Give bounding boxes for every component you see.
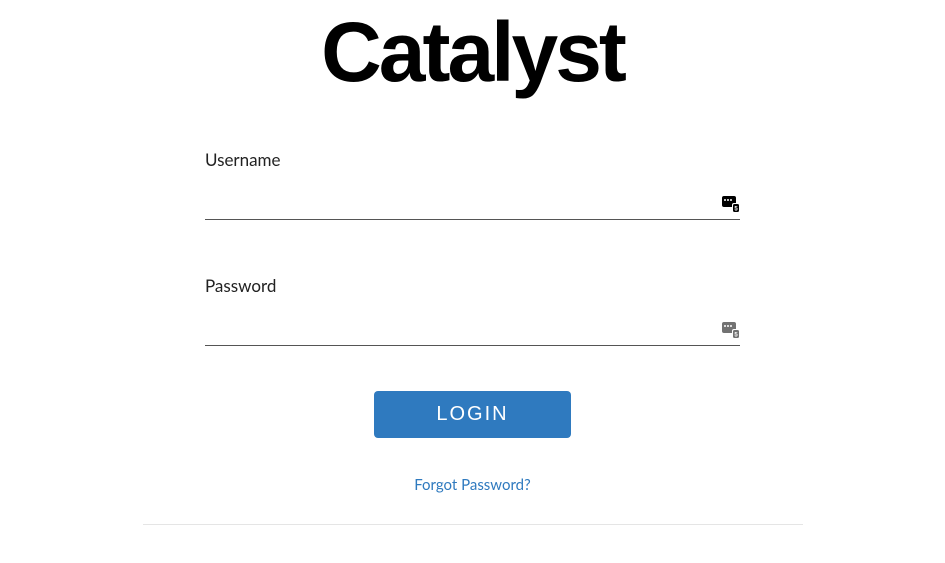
password-manager-icon[interactable]: 5 [722, 195, 740, 213]
horizontal-divider [143, 524, 803, 525]
username-input-wrapper: 5 [205, 188, 740, 220]
username-label: Username [205, 149, 740, 170]
username-field-group: Username 5 [205, 149, 740, 220]
forgot-password-link[interactable]: Forgot Password? [414, 476, 531, 494]
password-input-wrapper: 5 [205, 314, 740, 346]
password-manager-icon[interactable]: 5 [722, 321, 740, 339]
login-button[interactable]: LOGIN [374, 391, 570, 438]
password-label: Password [205, 275, 740, 296]
password-field-group: Password 5 [205, 275, 740, 346]
login-form: Username 5 Password [205, 149, 740, 524]
username-input[interactable] [205, 191, 714, 217]
password-input[interactable] [205, 317, 714, 343]
app-logo: Catalyst [321, 10, 624, 94]
